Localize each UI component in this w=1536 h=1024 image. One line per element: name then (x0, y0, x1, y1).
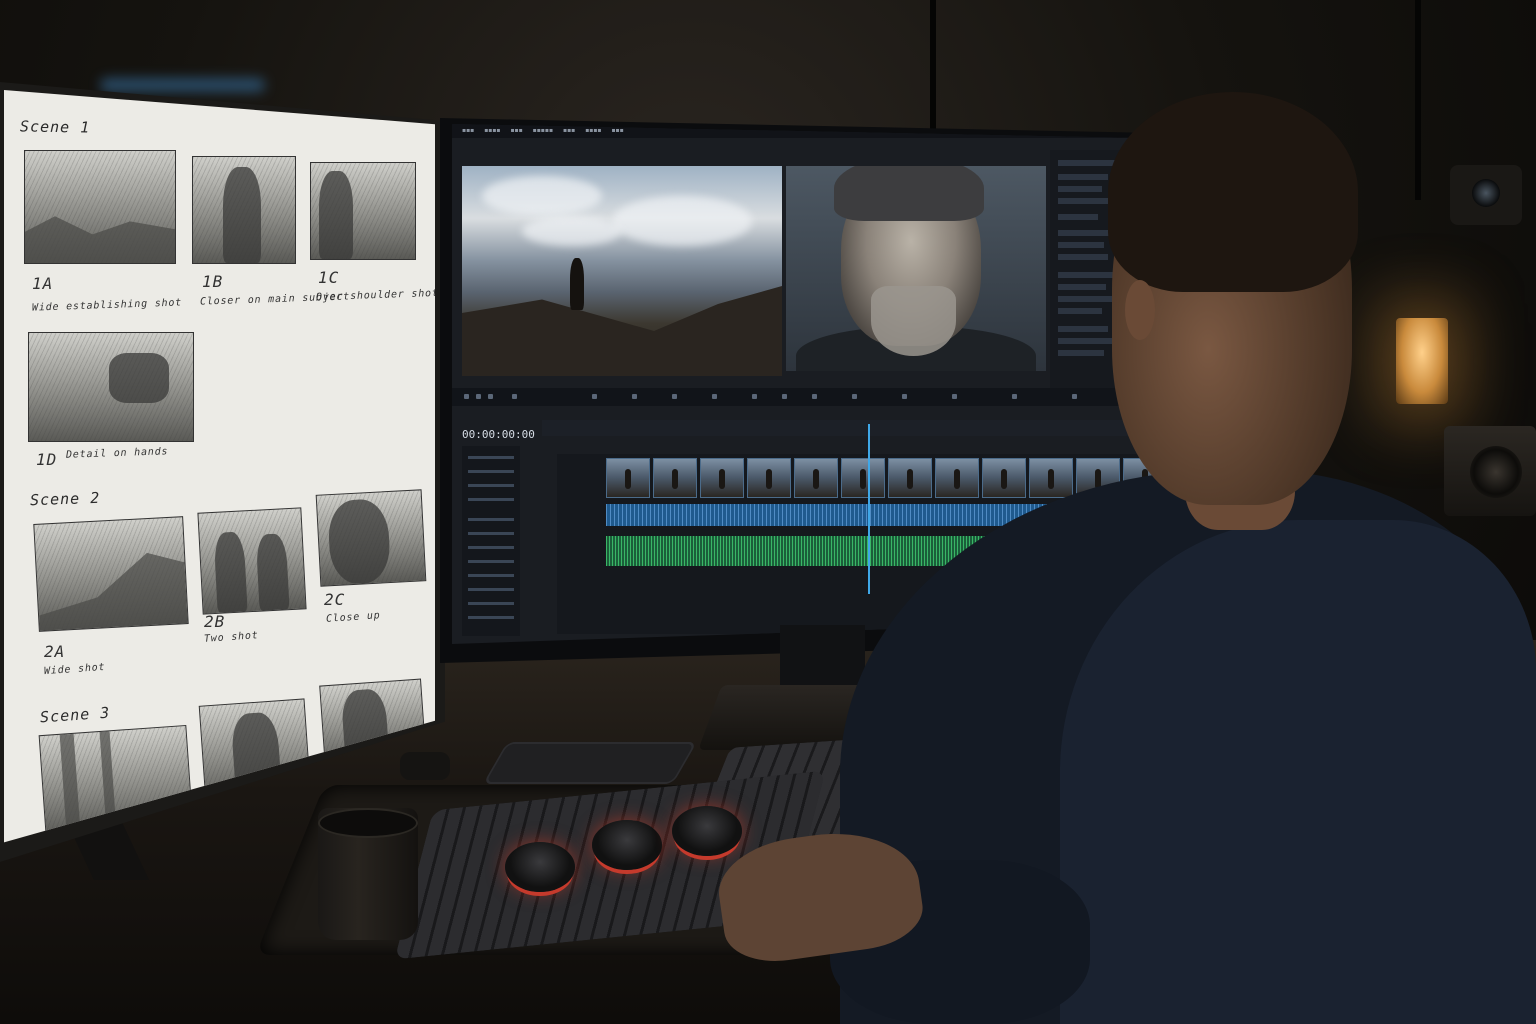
scene-title: Scene 1 (19, 117, 91, 137)
video-clip[interactable] (841, 458, 885, 498)
ceiling-light (100, 78, 265, 92)
coffee-mug (318, 808, 418, 940)
left-monitor-foot (400, 752, 450, 780)
desk-lamp (1396, 318, 1448, 404)
video-clip[interactable] (888, 458, 932, 498)
storyboard-frame-2a (33, 516, 189, 632)
shot-id: 2A (44, 642, 66, 661)
camera-icon (1450, 165, 1522, 225)
video-clip[interactable] (747, 458, 791, 498)
person-hair (1108, 92, 1358, 292)
storyboard-frame-1a (24, 150, 176, 264)
storyboard-frame-1b (192, 156, 296, 264)
video-clip[interactable] (700, 458, 744, 498)
person-ear (1125, 280, 1155, 340)
scene-title: Scene 2 (29, 488, 101, 510)
shot-caption: Two shot (203, 630, 259, 645)
wall-panel-line (1415, 0, 1421, 200)
video-clip[interactable] (606, 458, 650, 498)
person-shoulder (1060, 520, 1536, 1024)
scene-title: Scene 3 (39, 703, 111, 727)
trackball-center[interactable] (592, 820, 662, 870)
video-clip[interactable] (935, 458, 979, 498)
shot-id: 2C (324, 590, 346, 609)
video-clip[interactable] (794, 458, 838, 498)
playhead[interactable] (868, 424, 870, 594)
storyboard-sheet: Scene 1 1A Wide establishing shot 1B Clo… (4, 90, 435, 843)
speaker (1444, 426, 1536, 516)
shot-caption: Over shoulder shot (315, 287, 439, 304)
figure-silhouette (570, 258, 584, 310)
editor-toolbar[interactable] (452, 388, 1220, 406)
shot-caption: Detail on hands (65, 446, 169, 461)
shot-id: 1D (36, 450, 58, 469)
wall-panel-line (930, 0, 936, 140)
video-clip[interactable] (1029, 458, 1073, 498)
shot-caption: Close up (325, 610, 381, 625)
smartphone (482, 742, 698, 784)
timecode-display: 00:00:00:00 (462, 428, 535, 441)
track-headers[interactable] (462, 446, 520, 636)
storyboard-frame-2b (197, 507, 307, 615)
shot-id: 2B (204, 612, 226, 631)
shot-caption: Wide establishing shot (31, 297, 183, 314)
trackball-left[interactable] (505, 842, 575, 892)
video-clip[interactable] (982, 458, 1026, 498)
source-viewer[interactable] (462, 166, 782, 376)
shot-id: 1B (202, 272, 224, 291)
program-viewer[interactable] (786, 166, 1046, 371)
trackball-right[interactable] (672, 806, 742, 856)
shot-caption: Wide shot (43, 661, 106, 678)
storyboard-frame-2c (315, 489, 427, 587)
storyboard-frame-1d (28, 332, 194, 442)
video-clip[interactable] (653, 458, 697, 498)
timeline-ruler[interactable] (542, 420, 1220, 436)
storyboard-frame-1c (310, 162, 416, 260)
shot-id: 1C (318, 268, 340, 287)
shot-id: 1A (32, 274, 54, 293)
